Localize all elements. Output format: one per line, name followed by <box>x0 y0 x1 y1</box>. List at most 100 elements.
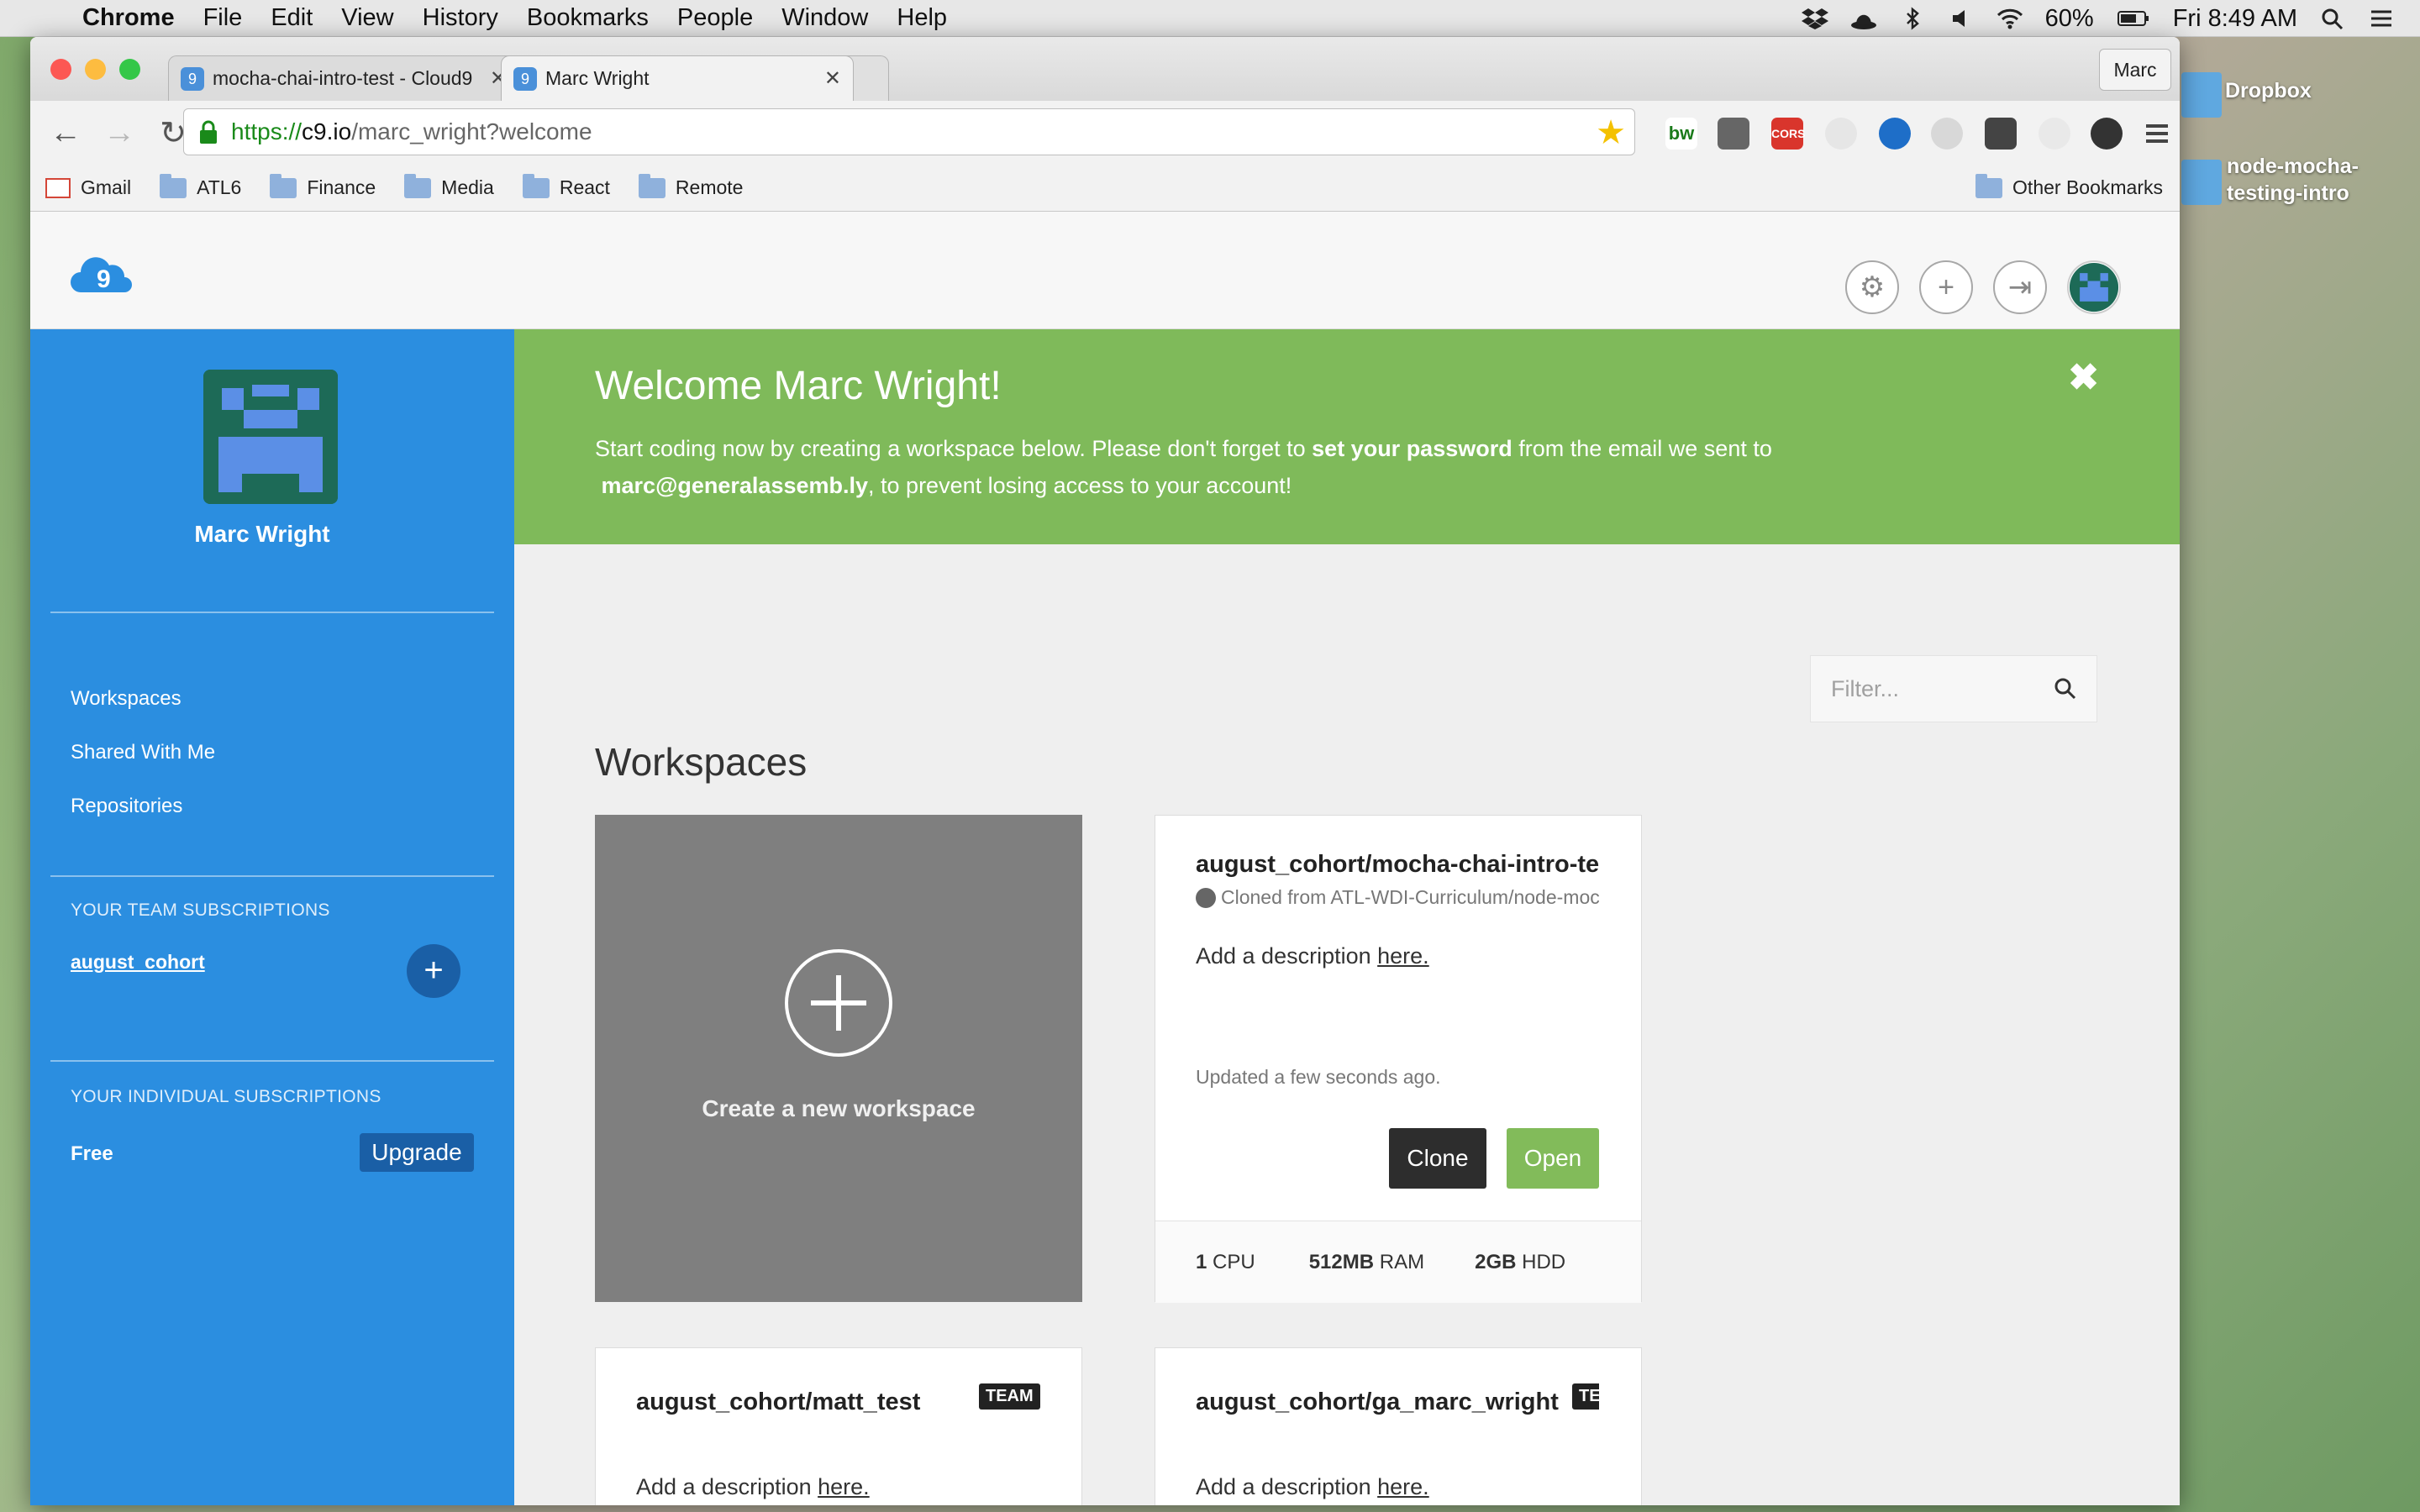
minimize-window-button[interactable] <box>85 59 106 80</box>
workspace-name[interactable]: august_cohort/matt_test <box>636 1389 955 1416</box>
hdd-spec: 2GB HDD <box>1475 1250 1566 1273</box>
menu-file[interactable]: File <box>203 4 243 32</box>
workspace-card[interactable]: august_cohort/ga_marc_wright TEAM Add a … <box>1155 1347 1642 1505</box>
divider <box>50 875 494 877</box>
menu-app-chrome[interactable]: Chrome <box>82 4 175 32</box>
bookmark-label: Gmail <box>81 176 132 198</box>
battery-icon[interactable] <box>2116 7 2151 30</box>
chrome-menu-icon[interactable] <box>2141 118 2173 150</box>
add-description-link[interactable]: here. <box>1377 1474 1429 1499</box>
desktop-item-node-mocha[interactable]: node-mocha-testing-intro <box>2227 153 2412 207</box>
team-link-august-cohort[interactable]: august_cohort <box>71 951 205 974</box>
dropbox-icon[interactable] <box>1801 7 1828 30</box>
main-content: Welcome Marc Wright! Start coding now by… <box>514 329 2180 1505</box>
welcome-message: Start coding now by creating a workspace… <box>595 430 1990 504</box>
bookmark-star-icon[interactable]: ★ <box>1596 114 1626 151</box>
plan-name: Free <box>71 1142 113 1165</box>
workspace-description: Add a description here. <box>1196 943 1429 969</box>
close-tab-icon[interactable]: ✕ <box>824 66 841 91</box>
volume-icon[interactable] <box>1948 7 1975 30</box>
filter-input[interactable]: Filter... <box>1810 655 2097 722</box>
create-workspace-label: Create a new workspace <box>702 1095 976 1121</box>
sign-out-icon[interactable]: ⇥ <box>1993 260 2047 314</box>
add-team-button[interactable]: + <box>407 944 460 998</box>
bookmark-react[interactable]: React <box>522 173 610 199</box>
bookmark-remote[interactable]: Remote <box>638 173 743 199</box>
menu-view[interactable]: View <box>341 4 393 32</box>
hat-icon[interactable] <box>1850 7 1877 30</box>
bookmark-label: Media <box>441 176 494 198</box>
desktop-item-dropbox[interactable]: Dropbox <box>2225 77 2312 104</box>
workspace-name[interactable]: august_cohort/ga_marc_wright <box>1196 1389 1572 1416</box>
workspace-card[interactable]: august_cohort/mocha-chai-intro-test Clon… <box>1155 815 1642 1303</box>
open-button[interactable]: Open <box>1507 1128 1599 1189</box>
workspace-card[interactable]: august_cohort/matt_test TEAM Add a descr… <box>595 1347 1082 1505</box>
workspace-name[interactable]: august_cohort/mocha-chai-intro-test <box>1196 851 1599 879</box>
extension-film-icon[interactable] <box>1985 118 2017 150</box>
bookmark-media[interactable]: Media <box>404 173 494 199</box>
mac-menubar: Chrome File Edit View History Bookmarks … <box>0 0 2420 37</box>
upgrade-button[interactable]: Upgrade <box>360 1133 474 1172</box>
sidebar-item-shared-with-me[interactable]: Shared With Me <box>71 741 215 764</box>
settings-gear-icon[interactable]: ⚙ <box>1845 260 1899 314</box>
search-icon[interactable] <box>2053 676 2078 701</box>
add-description-link[interactable]: here. <box>818 1474 870 1499</box>
folder-icon[interactable] <box>2181 160 2222 205</box>
profile-button[interactable]: Marc <box>2099 49 2171 91</box>
battery-percent: 60% <box>2044 4 2094 32</box>
close-banner-icon[interactable]: ✖ <box>2068 356 2099 399</box>
sidebar-item-repositories[interactable]: Repositories <box>71 795 182 818</box>
forward-arrow-icon[interactable]: → <box>101 115 138 151</box>
cloud9-favicon-icon: 9 <box>513 66 537 91</box>
extension-spinner-icon[interactable] <box>1825 118 1857 150</box>
extension-heart-icon[interactable] <box>1879 118 1911 150</box>
back-arrow-icon[interactable]: ← <box>47 115 84 151</box>
menu-window[interactable]: Window <box>781 4 868 32</box>
extension-circle-icon[interactable] <box>1931 118 1963 150</box>
wifi-icon[interactable] <box>1996 7 2023 30</box>
address-bar[interactable]: https://c9.io/marc_wright?welcome ★ <box>183 108 1635 155</box>
menubar-clock[interactable]: Fri 8:49 AM <box>2173 5 2297 33</box>
browser-window: 9 mocha-chai-intro-test - Cloud9 ✕ 9 Mar… <box>30 37 2180 1505</box>
tab-cloud9-workspace[interactable]: 9 mocha-chai-intro-test - Cloud9 ✕ <box>168 55 519 101</box>
dropbox-folder-icon[interactable] <box>2181 72 2222 118</box>
menu-edit[interactable]: Edit <box>271 4 313 32</box>
spotlight-search-icon[interactable] <box>2319 7 2346 30</box>
extension-bw-icon[interactable]: bw <box>1665 118 1697 150</box>
bookmark-atl6[interactable]: ATL6 <box>160 173 242 199</box>
cloud9-logo-icon[interactable]: 9 <box>69 250 136 296</box>
notification-center-icon[interactable] <box>2368 7 2395 30</box>
bookmark-finance[interactable]: Finance <box>270 173 376 199</box>
bluetooth-icon[interactable] <box>1899 7 1926 30</box>
description-text: Add a description <box>636 1474 818 1499</box>
add-description-link[interactable]: here. <box>1377 943 1429 969</box>
tab-marc-wright[interactable]: 9 Marc Wright ✕ <box>501 55 854 101</box>
pocket-extension-icon[interactable] <box>1718 118 1749 150</box>
add-icon[interactable]: + <box>1919 260 1973 314</box>
cloned-from: Cloned from ATL-WDI-Curriculum/node-moch… <box>1196 886 1599 909</box>
create-workspace-card[interactable]: Create a new workspace <box>595 815 1082 1302</box>
cors-extension-icon[interactable]: CORS <box>1771 118 1805 150</box>
url-scheme: https:// <box>231 118 302 144</box>
bookmark-label: React <box>559 176 610 198</box>
menu-people[interactable]: People <box>677 4 753 32</box>
close-window-button[interactable] <box>50 59 71 80</box>
menu-bookmarks[interactable]: Bookmarks <box>527 4 649 32</box>
folder-icon <box>270 173 297 198</box>
welcome-text: , to prevent losing access to your accou… <box>868 473 1292 498</box>
sidebar-item-workspaces[interactable]: Workspaces <box>71 687 182 711</box>
extension-moon-icon[interactable] <box>2091 118 2123 150</box>
team-subscriptions-heading: YOUR TEAM SUBSCRIPTIONS <box>71 900 330 920</box>
bookmark-label: ATL6 <box>197 176 242 198</box>
user-avatar[interactable] <box>2067 260 2121 314</box>
menu-history[interactable]: History <box>423 4 498 32</box>
react-devtools-icon[interactable] <box>2039 118 2070 150</box>
bookmark-gmail[interactable]: Gmail <box>45 176 131 199</box>
zoom-window-button[interactable] <box>119 59 140 80</box>
other-bookmarks[interactable]: Other Bookmarks <box>1975 173 2163 199</box>
clone-button[interactable]: Clone <box>1389 1128 1486 1189</box>
menu-help[interactable]: Help <box>897 4 947 32</box>
workspace-specs: 1 CPU 512MB RAM 2GB HDD <box>1155 1221 1641 1303</box>
profile-avatar[interactable] <box>203 370 338 504</box>
github-icon <box>1196 887 1216 908</box>
